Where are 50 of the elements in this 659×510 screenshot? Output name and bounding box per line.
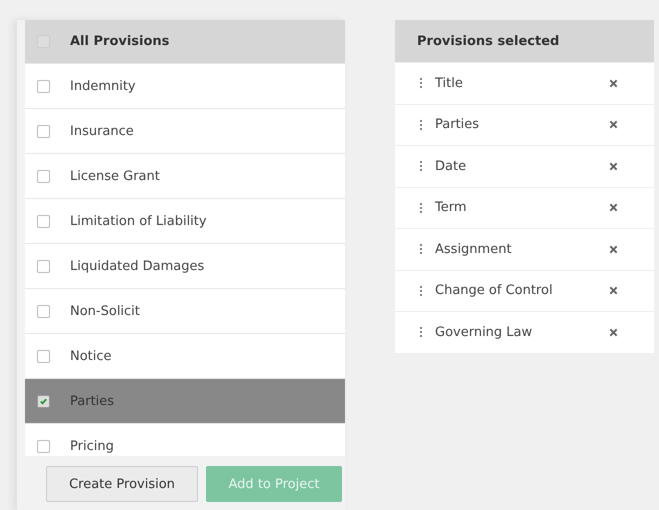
checkbox[interactable] xyxy=(37,80,50,92)
provision-label: Parties xyxy=(70,394,114,408)
provision-label: Governing Law xyxy=(435,324,534,340)
checkbox[interactable] xyxy=(37,260,50,272)
provision-label: Term xyxy=(435,200,468,216)
remove-icon[interactable] xyxy=(609,78,618,88)
drag-handle-icon[interactable] xyxy=(419,243,423,256)
drag-handle-icon[interactable] xyxy=(419,326,423,338)
provision-row[interactable]: Indemnity xyxy=(25,63,345,108)
remove-icon[interactable] xyxy=(609,244,618,254)
column-header: All Provisions xyxy=(70,34,170,49)
drag-handle-icon[interactable] xyxy=(419,77,423,90)
drag-handle-icon[interactable] xyxy=(419,160,423,172)
remove-icon[interactable] xyxy=(609,286,618,296)
provision-label: Date xyxy=(435,158,468,174)
provision-row[interactable]: Limitation of Liability xyxy=(25,198,345,243)
remove-icon[interactable] xyxy=(609,162,618,171)
checkbox[interactable] xyxy=(37,394,50,408)
drag-handle-icon[interactable] xyxy=(419,284,423,297)
checkbox[interactable] xyxy=(37,170,50,182)
provision-label: Title xyxy=(435,76,464,91)
panel-title: Provisions selected xyxy=(395,20,654,62)
check-icon xyxy=(39,396,48,406)
provision-row[interactable]: Parties xyxy=(25,378,345,423)
provision-row[interactable]: Liquidated Damages xyxy=(25,243,345,288)
provision-label: Indemnity xyxy=(70,78,136,94)
remove-icon[interactable] xyxy=(609,120,618,130)
create-button[interactable]: Create Provision xyxy=(46,466,198,502)
provision-row[interactable]: Insurance xyxy=(25,108,345,153)
provision-label: Insurance xyxy=(70,124,134,138)
provision-label: Limitation of Liability xyxy=(70,214,207,228)
checkbox[interactable] xyxy=(37,124,50,138)
provision-label: Pricing xyxy=(70,438,114,454)
remove-icon[interactable] xyxy=(609,203,618,212)
provision-label: Parties xyxy=(435,117,480,132)
provision-label: Liquidated Damages xyxy=(70,258,204,274)
provision-row[interactable]: Non-Solicit xyxy=(25,288,345,333)
provision-label: Notice xyxy=(70,348,112,364)
drag-handle-icon[interactable] xyxy=(419,202,423,214)
provision-label: License Grant xyxy=(70,168,160,184)
checkbox[interactable] xyxy=(37,350,50,362)
provision-label: Non-Solicit xyxy=(70,304,140,318)
provision-label: Assignment xyxy=(435,242,513,257)
provision-row[interactable]: License Grant xyxy=(25,153,345,198)
drag-handle-icon[interactable] xyxy=(419,118,423,131)
provision-label: Change of Control xyxy=(435,283,554,298)
checkbox[interactable] xyxy=(37,304,50,318)
checkbox[interactable] xyxy=(37,214,50,228)
remove-icon[interactable] xyxy=(609,328,618,337)
checkbox[interactable] xyxy=(37,440,50,452)
